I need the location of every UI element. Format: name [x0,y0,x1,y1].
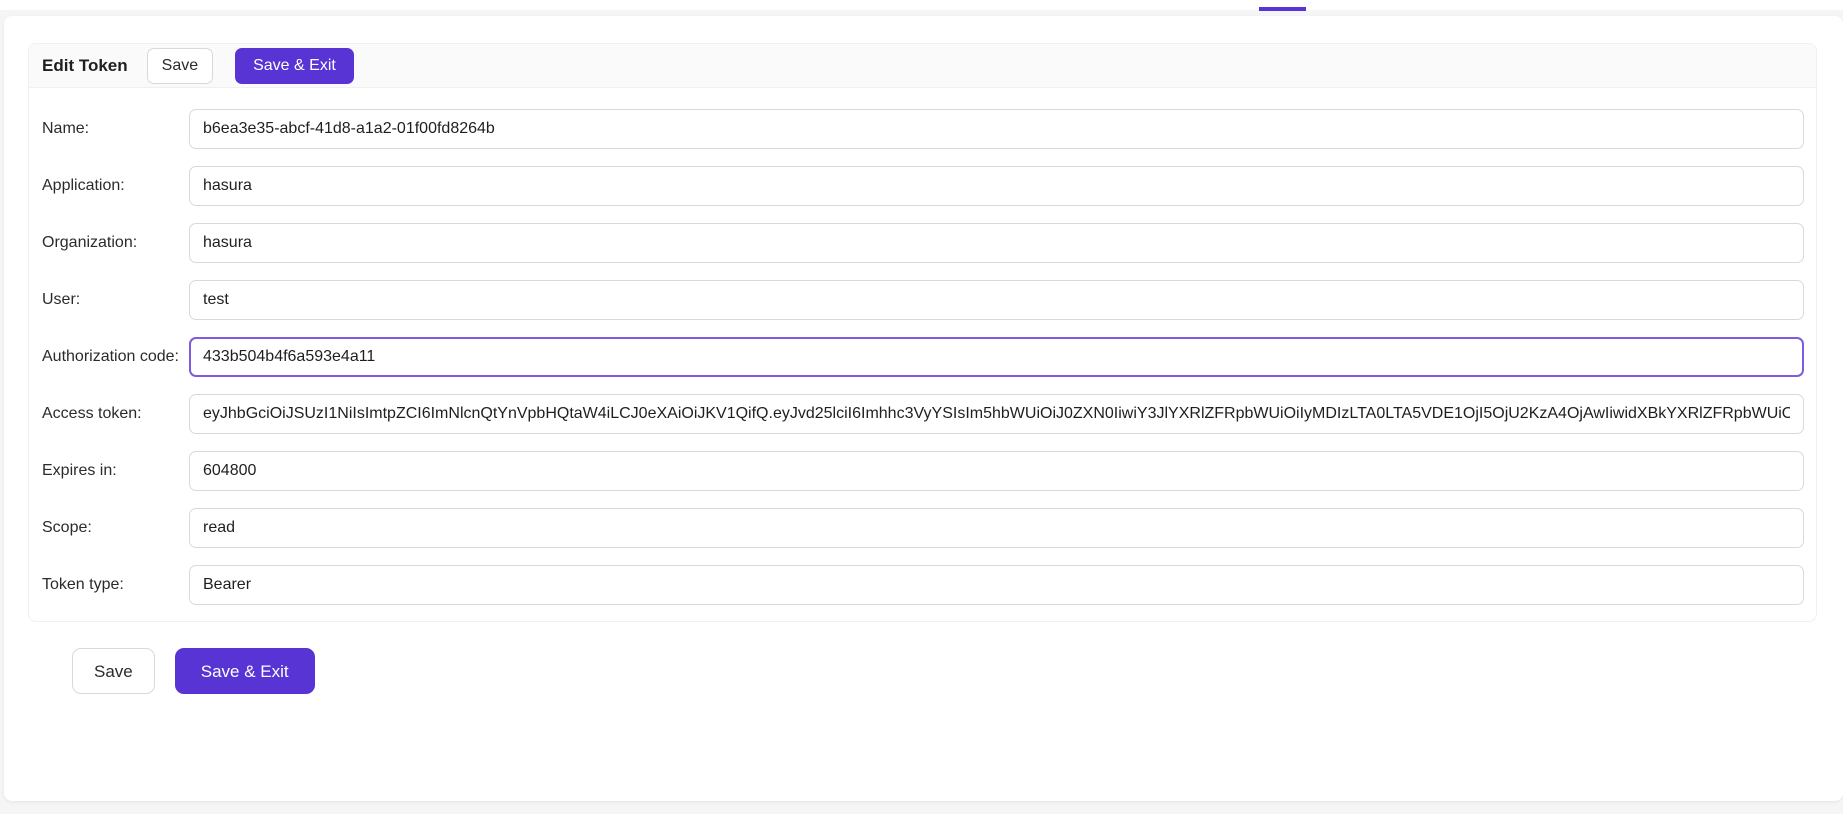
field-label-scope: Scope: [42,519,189,537]
field-input-expires-in[interactable] [189,451,1804,491]
field-label-user: User: [42,291,189,309]
field-label-expires-in: Expires in: [42,462,189,480]
field-input-access-token[interactable] [189,394,1804,434]
form-row: Expires in: [42,451,1804,491]
active-tab-indicator [1259,7,1306,11]
field-label-name: Name: [42,120,189,138]
field-input-application[interactable] [189,166,1804,206]
field-label-token-type: Token type: [42,576,189,594]
form-row: User: [42,280,1804,320]
footer-save-exit-button[interactable]: Save & Exit [175,648,315,694]
top-tab-bar [0,0,1843,10]
field-label-organization: Organization: [42,234,189,252]
footer-save-button[interactable]: Save [72,648,155,694]
form-row: Token type: [42,565,1804,605]
header-save-button[interactable]: Save [147,48,213,84]
field-input-name[interactable] [189,109,1804,149]
field-label-authorization-code: Authorization code: [42,348,189,366]
form-row: Scope: [42,508,1804,548]
card-header: Edit Token Save Save & Exit [29,44,1816,88]
form-row: Organization: [42,223,1804,263]
field-input-token-type[interactable] [189,565,1804,605]
header-save-exit-button[interactable]: Save & Exit [235,48,354,84]
form-row: Authorization code: [42,337,1804,377]
main-panel: Edit Token Save Save & Exit Name: Applic… [4,16,1843,801]
field-input-user[interactable] [189,280,1804,320]
form-row: Access token: [42,394,1804,434]
field-label-application: Application: [42,177,189,195]
footer-actions: Save Save & Exit [72,648,315,694]
field-input-authorization-code[interactable] [189,337,1804,377]
token-form: Name: Application: Organization: User: A… [29,88,1816,621]
form-row: Application: [42,166,1804,206]
edit-token-card: Edit Token Save Save & Exit Name: Applic… [28,43,1817,622]
page-title: Edit Token [42,56,128,76]
field-input-organization[interactable] [189,223,1804,263]
form-row: Name: [42,109,1804,149]
field-label-access-token: Access token: [42,405,189,423]
field-input-scope[interactable] [189,508,1804,548]
